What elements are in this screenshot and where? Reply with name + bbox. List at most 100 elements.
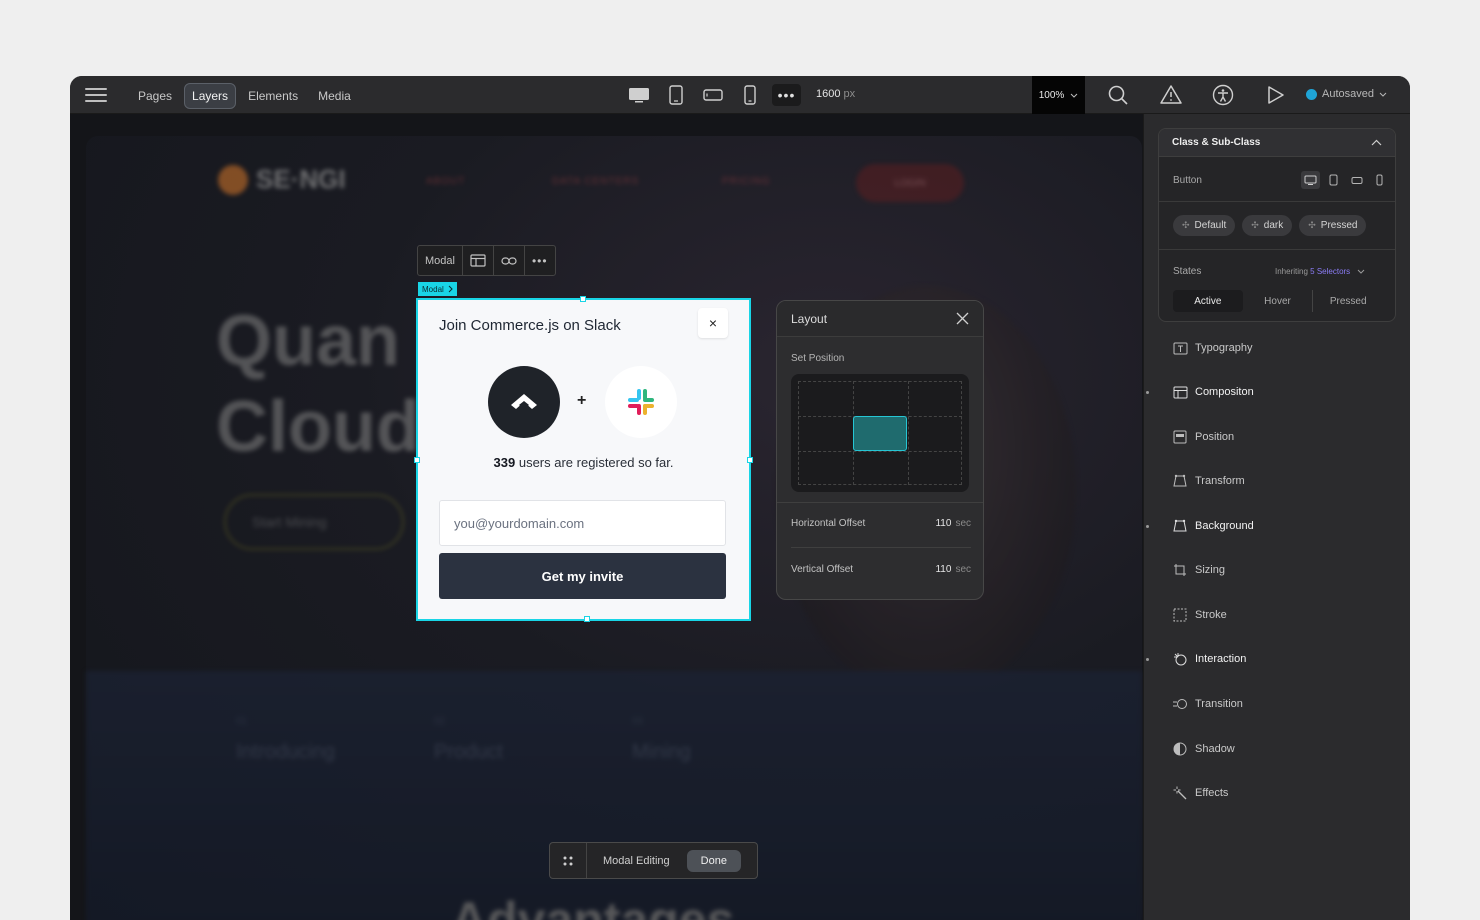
selectors-link[interactable]: 5 Selectors	[1310, 267, 1350, 276]
class-chip-icon: ✣	[1182, 220, 1190, 230]
drag-handle-icon[interactable]	[550, 843, 587, 878]
property-shadow[interactable]: Shadow	[1172, 739, 1392, 759]
zoom-value: 100%	[1038, 89, 1065, 101]
position-icon	[1172, 429, 1188, 445]
composition-icon	[1172, 384, 1188, 400]
tablet-icon[interactable]	[661, 84, 690, 106]
resize-handle-top[interactable]	[580, 296, 586, 302]
effects-icon	[1172, 785, 1188, 801]
hamburger-menu-icon[interactable]	[85, 88, 107, 102]
play-preview-icon[interactable]	[1264, 84, 1286, 106]
state-tabs: Active Hover Pressed	[1173, 290, 1383, 312]
class-card-title: Class & Sub-Class	[1172, 137, 1261, 148]
site-logo: SE·NGI	[218, 164, 346, 195]
search-icon[interactable]	[1107, 84, 1129, 106]
chevron-down-icon	[1070, 93, 1078, 98]
canvas-width-readout[interactable]: 1600 px	[816, 88, 855, 100]
property-label: Transform	[1195, 475, 1245, 487]
desktop-icon[interactable]	[624, 84, 653, 106]
accessibility-icon[interactable]	[1212, 84, 1234, 106]
mobile-icon[interactable]	[735, 84, 764, 106]
class-chip-dark[interactable]: ✣ dark	[1242, 215, 1293, 236]
property-background[interactable]: Background	[1146, 516, 1392, 536]
modal-editing-label: Modal Editing	[603, 854, 670, 867]
class-card-header[interactable]: Class & Sub-Class	[1159, 129, 1395, 157]
autosave-status[interactable]: Autosaved	[1306, 88, 1387, 100]
element-name: Button	[1173, 175, 1202, 186]
mobile-icon[interactable]	[1370, 171, 1389, 189]
sizing-icon	[1172, 562, 1188, 578]
state-tab-active[interactable]: Active	[1173, 290, 1243, 312]
horizontal-offset-label: Horizontal Offset	[791, 518, 866, 529]
canvas-width-value: 1600	[816, 88, 841, 100]
tablet-landscape-icon[interactable]	[1347, 171, 1366, 189]
tab-layers[interactable]: Layers	[184, 83, 237, 109]
modified-indicator	[1146, 524, 1149, 528]
property-transform[interactable]: Transform	[1172, 471, 1392, 491]
tablet-landscape-icon[interactable]	[698, 84, 727, 106]
done-button[interactable]: Done	[686, 849, 741, 872]
design-canvas[interactable]: SE·NGI ABOUT DATA CENTERS PRICING LOGIN …	[70, 114, 1143, 920]
class-chip-icon: ✣	[1251, 220, 1259, 230]
site-nav-about: ABOUT	[426, 176, 466, 187]
class-chip-label: Default	[1194, 220, 1227, 231]
get-invite-button[interactable]: Get my invite	[439, 553, 726, 599]
state-tab-hover[interactable]: Hover	[1243, 290, 1314, 312]
property-label: Position	[1195, 431, 1235, 443]
tab-media[interactable]: Media	[310, 83, 359, 109]
property-composition[interactable]: Compositon	[1146, 382, 1392, 402]
tab-elements[interactable]: Elements	[240, 83, 306, 109]
selection-tag[interactable]: Modal	[418, 282, 457, 296]
users-suffix: users are registered so far.	[518, 455, 674, 470]
zoom-dropdown[interactable]: 100%	[1032, 76, 1085, 114]
class-chip-default[interactable]: ✣ Default	[1173, 215, 1236, 236]
class-chip-pressed[interactable]: ✣ Pressed	[1299, 215, 1367, 236]
chevron-up-icon[interactable]	[1371, 139, 1382, 146]
link-icon[interactable]	[494, 246, 525, 275]
position-grid[interactable]	[791, 374, 969, 492]
property-label: Stroke	[1195, 609, 1227, 621]
warning-icon[interactable]	[1160, 84, 1182, 106]
property-label: Background	[1195, 520, 1254, 532]
autosave-label: Autosaved	[1322, 88, 1374, 100]
horizontal-offset-row[interactable]: Horizontal Offset 110 sec	[791, 518, 971, 529]
tablet-icon[interactable]	[1324, 171, 1343, 189]
horizontal-offset-value[interactable]: 110	[935, 518, 951, 529]
slack-invite-modal[interactable]: Join Commerce.js on Slack × + 339 users …	[414, 296, 753, 622]
property-label: Sizing	[1195, 564, 1225, 576]
desktop-icon[interactable]	[1301, 171, 1320, 189]
property-stroke[interactable]: Stroke	[1172, 605, 1392, 625]
close-icon[interactable]	[956, 312, 969, 325]
resize-handle-bottom[interactable]	[584, 616, 590, 622]
advantages-heading: Advantages	[451, 892, 735, 920]
property-position[interactable]: Position	[1172, 427, 1392, 447]
divider	[1159, 249, 1395, 250]
state-tab-pressed[interactable]: Pressed	[1313, 290, 1383, 312]
property-typography[interactable]: Typography	[1172, 338, 1392, 358]
selected-position-cell[interactable]	[853, 416, 907, 451]
property-interaction[interactable]: Interaction	[1146, 649, 1392, 669]
email-field[interactable]: you@yourdomain.com	[439, 500, 726, 546]
inheriting-selectors[interactable]: Inheriting 5 Selectors	[1275, 267, 1365, 276]
selection-tag-label: Modal	[422, 284, 444, 294]
modal-editing-bar: Modal Editing Done	[549, 842, 758, 879]
vertical-offset-label: Vertical Offset	[791, 564, 854, 575]
plus-sign: +	[577, 392, 587, 409]
property-transition[interactable]: Transition	[1172, 694, 1392, 714]
vertical-offset-row[interactable]: Vertical Offset 110 sec	[791, 564, 971, 575]
editor-window: Pages Layers Elements Media ••• 1600 px 1…	[70, 76, 1410, 920]
close-icon[interactable]: ×	[698, 308, 728, 338]
more-icon[interactable]: •••	[772, 84, 801, 106]
chevron-down-icon	[1379, 92, 1387, 97]
tab-pages[interactable]: Pages	[130, 83, 180, 109]
hero-headline: Quan Cloud	[216, 298, 420, 470]
more-options-icon[interactable]: •••	[525, 246, 555, 275]
layout-icon[interactable]	[463, 246, 494, 275]
class-chips: ✣ Default ✣ dark ✣ Pressed	[1173, 215, 1367, 236]
property-effects[interactable]: Effects	[1172, 783, 1392, 803]
vertical-offset-value[interactable]: 110	[935, 564, 951, 575]
states-label: States	[1173, 266, 1202, 277]
element-type-label[interactable]: Modal	[418, 246, 463, 275]
property-sizing[interactable]: Sizing	[1172, 560, 1392, 580]
background-icon	[1172, 518, 1188, 534]
